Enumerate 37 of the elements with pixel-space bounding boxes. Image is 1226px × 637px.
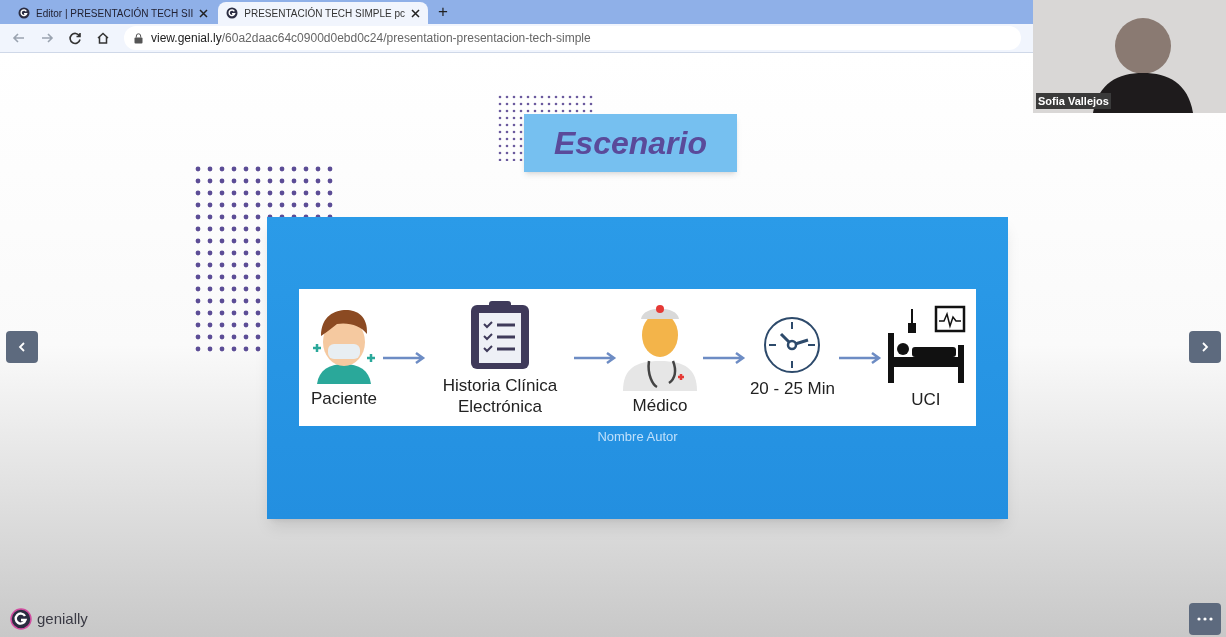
author-text: Nombre Autor [597, 428, 678, 446]
clock-icon [763, 316, 822, 374]
reload-icon[interactable] [68, 31, 82, 45]
hospital-bed-monitor-icon [885, 305, 966, 385]
lock-icon [134, 32, 143, 44]
step-label: 20 - 25 Min [749, 378, 835, 399]
brand-name: genially [37, 609, 88, 629]
url-text: view.genial.ly/60a2daac64c0900d0ebd0c24/presentation-presentacion-tech-simple [151, 30, 591, 47]
browser-tab[interactable]: Editor | PRESENTACIÓN TECH SII [10, 2, 217, 24]
next-slide-button[interactable] [1189, 331, 1221, 363]
more-options-button[interactable] [1189, 603, 1221, 635]
browser-tab[interactable]: PRESENTACIÓN TECH SIMPLE pc [218, 2, 429, 24]
participant-name: Sofia Vallejos [1036, 92, 1111, 109]
step-label: UCI [911, 389, 941, 410]
close-icon[interactable] [411, 8, 421, 18]
tab-favicon-icon [18, 7, 30, 19]
back-icon[interactable] [12, 31, 26, 45]
new-tab-button[interactable]: + [430, 0, 456, 25]
genially-logo-icon [10, 608, 32, 631]
close-icon[interactable] [199, 8, 209, 18]
previous-slide-button[interactable] [6, 331, 38, 363]
more-icon [1197, 617, 1213, 621]
tab-favicon-icon [226, 7, 239, 19]
arrow [573, 350, 618, 365]
chevron-right-icon [1200, 341, 1210, 353]
chevron-left-icon [17, 341, 27, 353]
arrow [838, 350, 883, 365]
forward-icon[interactable] [40, 31, 54, 45]
clipboard-checklist-icon [468, 298, 531, 371]
arrow [382, 350, 427, 365]
arrow [702, 350, 747, 365]
address-bar[interactable]: view.genial.ly/60a2daac64c0900d0ebd0c24/presentation-presentacion-tech-simple [124, 26, 1021, 50]
step-label: Historia Clínica Electrónica [441, 374, 559, 417]
step-label: Médico [632, 395, 688, 416]
home-icon[interactable] [96, 31, 110, 45]
slide-title: Escenario [524, 114, 737, 172]
step-label: Paciente [310, 388, 378, 409]
